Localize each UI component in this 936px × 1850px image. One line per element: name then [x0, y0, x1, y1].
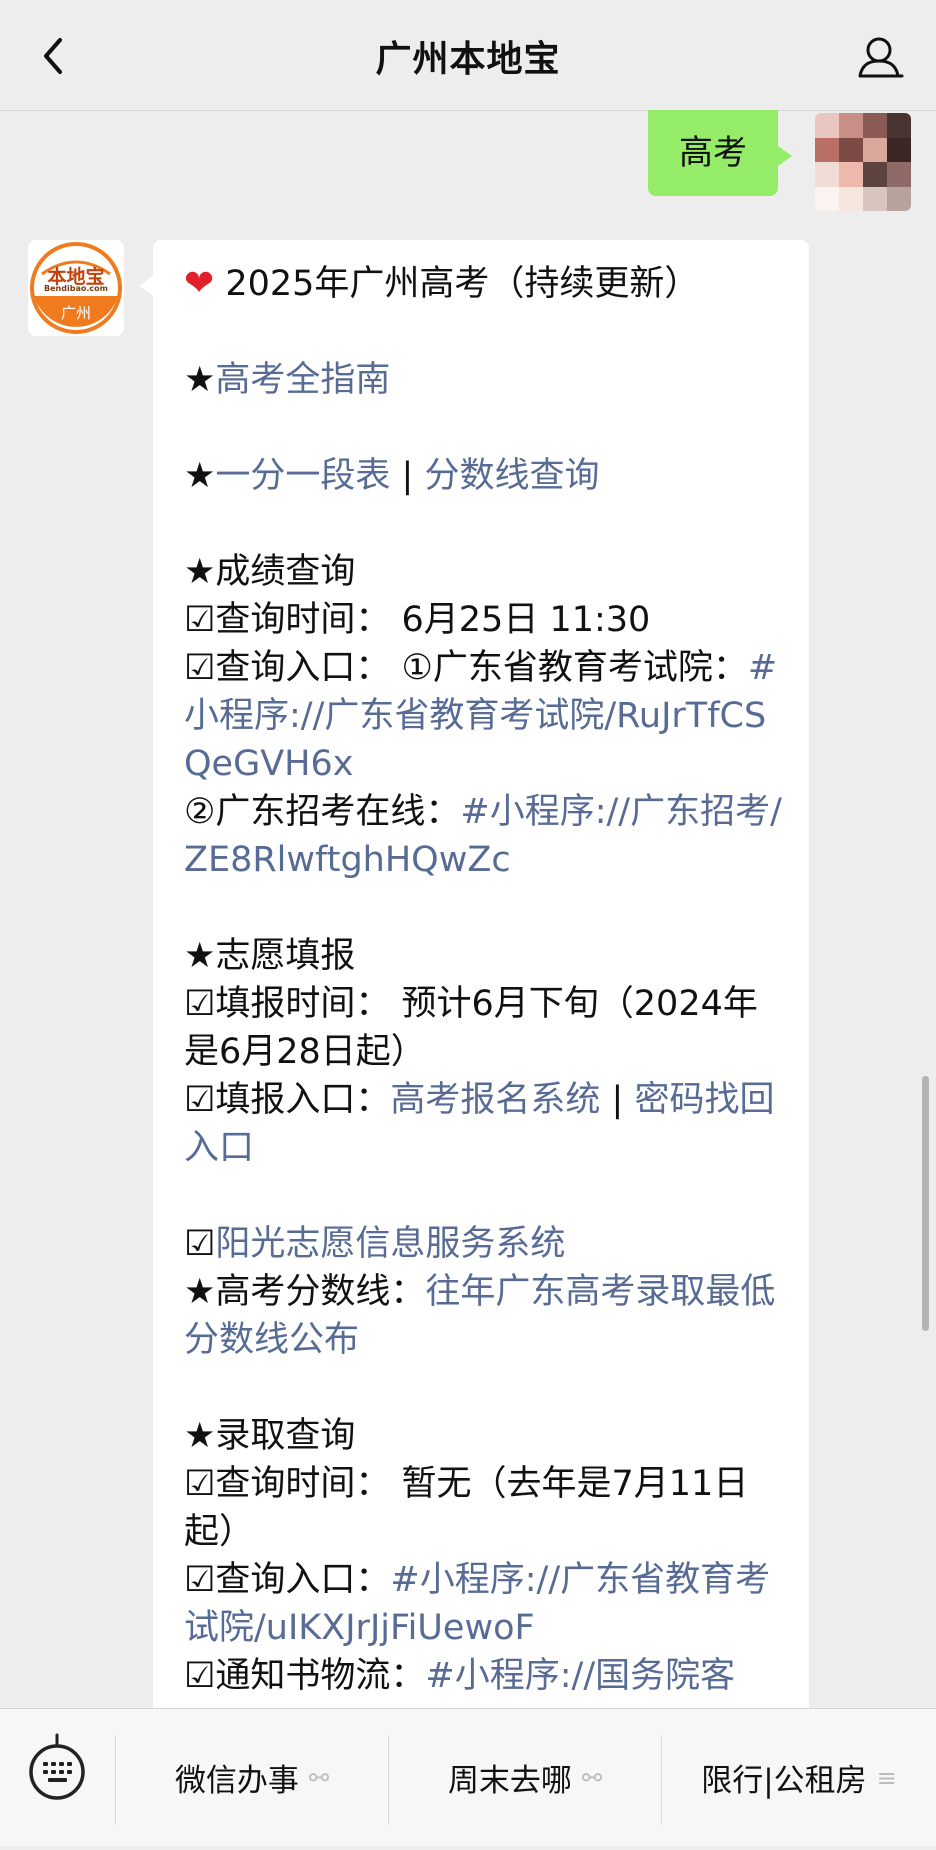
- checkbox-icon: ☑: [184, 1560, 216, 1600]
- link-icon: ⚯: [308, 1763, 330, 1792]
- bottom-menu-bar: 微信办事 ⚯ 周末去哪 ⚯ 限行|公租房 ≡: [0, 1708, 936, 1846]
- results-time: 查询时间： 6月25日 11:30: [215, 600, 651, 640]
- menu-wechat-services[interactable]: 微信办事 ⚯: [116, 1709, 388, 1846]
- checkbox-icon: ☑: [184, 1080, 216, 1120]
- menu-lines-icon: ≡: [876, 1763, 897, 1792]
- user-avatar[interactable]: [815, 113, 911, 211]
- notice-label: 通知书物流：: [215, 1656, 426, 1696]
- star-icon: ★: [184, 1272, 216, 1312]
- menu-label: 微信办事: [174, 1763, 299, 1799]
- scrollbar-thumb[interactable]: [922, 1076, 929, 1331]
- link-icon: ⚯: [581, 1763, 603, 1792]
- scoreline-label: 高考分数线：: [215, 1272, 426, 1312]
- message-title: 2025年广州高考（持续更新）: [225, 264, 700, 304]
- volunteer-entry-label: 填报入口：: [215, 1080, 391, 1120]
- pipe-separator: |: [390, 456, 425, 496]
- bendibao-logo-avatar[interactable]: 本地宝 Bendibao.com 广州: [28, 240, 124, 336]
- volunteer-heading: 志愿填报: [215, 936, 356, 976]
- star-icon: ★: [184, 552, 216, 592]
- entry-separator: |: [600, 1080, 635, 1120]
- menu-label: 限行|公租房: [701, 1763, 867, 1799]
- checkbox-icon: ☑: [184, 1656, 216, 1696]
- guide-link[interactable]: 高考全指南: [215, 360, 390, 400]
- menu-traffic-public-housing[interactable]: 限行|公租房 ≡: [662, 1709, 936, 1846]
- sunshine-volunteer-link[interactable]: 阳光志愿信息服务系统: [215, 1224, 565, 1264]
- checkbox-icon: ☑: [184, 648, 216, 688]
- star-icon: ★: [184, 456, 216, 496]
- checkbox-icon: ☑: [184, 984, 216, 1024]
- score-line-link[interactable]: 分数线查询: [424, 456, 599, 496]
- results-heading: 成绩查询: [215, 552, 356, 592]
- registration-system-link[interactable]: 高考报名系统: [390, 1080, 600, 1120]
- person-icon: [858, 37, 904, 78]
- star-icon: ★: [184, 936, 216, 976]
- menu-weekend-outings[interactable]: 周末去哪 ⚯: [389, 1709, 661, 1846]
- admission-time: 查询时间： 暂无（去年是7月11日起）: [184, 1464, 749, 1552]
- checkbox-icon: ☑: [184, 1464, 216, 1504]
- admission-entry-label: 查询入口：: [215, 1560, 391, 1600]
- notice-logistics-link[interactable]: #小程序://国务院客: [425, 1656, 735, 1696]
- checkbox-icon: ☑: [184, 1224, 216, 1264]
- menu-label: 周末去哪: [447, 1763, 572, 1799]
- outgoing-message-bubble[interactable]: 高考: [648, 110, 792, 196]
- results-entry2-label: ②广东招考在线：: [184, 792, 461, 832]
- logo-site-text: Bendibao.com: [44, 284, 108, 293]
- top-nav-bar: 广州本地宝: [0, 0, 936, 111]
- checkbox-icon: ☑: [184, 600, 216, 640]
- keyboard-icon: [29, 1733, 85, 1800]
- results-entry-label: 查询入口： ①广东省教育考试院：: [215, 648, 748, 688]
- profile-button[interactable]: [852, 30, 908, 86]
- heart-icon: ❤: [184, 263, 215, 304]
- star-icon: ★: [184, 360, 216, 400]
- volunteer-time: 填报时间： 预计6月下旬（2024年是6月28日起）: [184, 984, 758, 1072]
- keyboard-toggle-button[interactable]: [0, 1709, 115, 1846]
- message-content: ❤ 2025年广州高考（持续更新） ★高考全指南 ★一分一段表 | 分数线查询 …: [153, 240, 809, 1700]
- incoming-message-bubble: ❤ 2025年广州高考（持续更新） ★高考全指南 ★一分一段表 | 分数线查询 …: [139, 240, 809, 1760]
- admission-heading: 录取查询: [215, 1416, 356, 1456]
- star-icon: ★: [184, 1416, 216, 1456]
- page-title: 广州本地宝: [375, 39, 561, 80]
- score-table-link[interactable]: 一分一段表: [215, 456, 390, 496]
- logo-city-text: 广州: [60, 304, 91, 322]
